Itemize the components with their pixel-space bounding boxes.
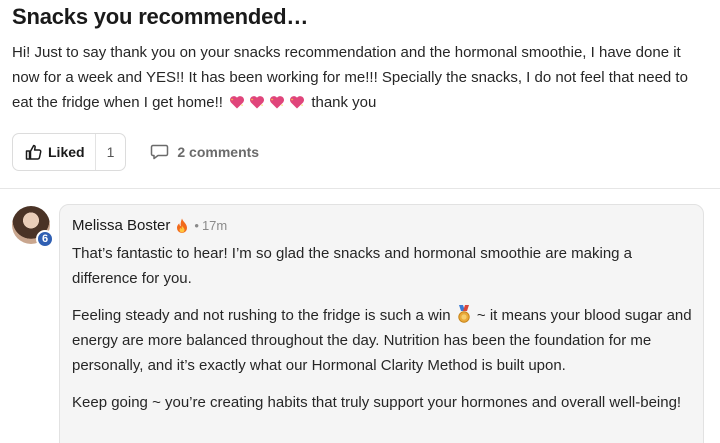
level-badge: 6 xyxy=(36,230,54,248)
comment-paragraph-part: Feeling steady and not rushing to the fr… xyxy=(72,307,455,324)
post-body: Hi! Just to say thank you on your snacks… xyxy=(12,40,712,115)
heart-emoji-icon xyxy=(250,96,265,109)
heart-emoji-icon xyxy=(290,96,305,109)
like-count[interactable]: 1 xyxy=(94,134,126,170)
comments-link[interactable]: 2 comments xyxy=(150,144,259,160)
heart-emoji-icon xyxy=(270,96,285,109)
comment-paragraph: Feeling steady and not rushing to the fr… xyxy=(72,303,694,378)
medal-icon xyxy=(458,305,470,323)
comment-paragraph: That’s fantastic to hear! I’m so glad th… xyxy=(72,245,633,287)
comment-header: Melissa Boster • 17m xyxy=(72,217,227,234)
separator-dot: • xyxy=(194,218,199,233)
comment-card: Melissa Boster • 17m That’s fantastic to… xyxy=(59,204,704,443)
like-button-main[interactable]: Liked xyxy=(13,134,95,170)
comments-count-label: 2 comments xyxy=(177,144,260,160)
comment-bubble-icon xyxy=(151,144,169,160)
comment-paragraph: Keep going ~ you’re creating habits that… xyxy=(72,394,682,411)
thumbs-up-icon xyxy=(25,144,42,160)
flame-icon xyxy=(177,218,188,233)
like-label: Liked xyxy=(48,144,85,160)
comment-author[interactable]: Melissa Boster xyxy=(72,217,170,234)
post-title: Snacks you recommended… xyxy=(12,4,309,29)
comment-body: That’s fantastic to hear! I’m so glad th… xyxy=(72,241,694,427)
post-actions: Liked 1 2 comments xyxy=(12,133,259,171)
section-divider xyxy=(0,188,720,189)
post-body-tail: thank you xyxy=(311,94,377,111)
heart-emoji-icon xyxy=(230,96,245,109)
heart-emoji-group xyxy=(227,94,307,111)
comment-timestamp: 17m xyxy=(201,218,228,233)
like-button[interactable]: Liked 1 xyxy=(12,133,127,171)
